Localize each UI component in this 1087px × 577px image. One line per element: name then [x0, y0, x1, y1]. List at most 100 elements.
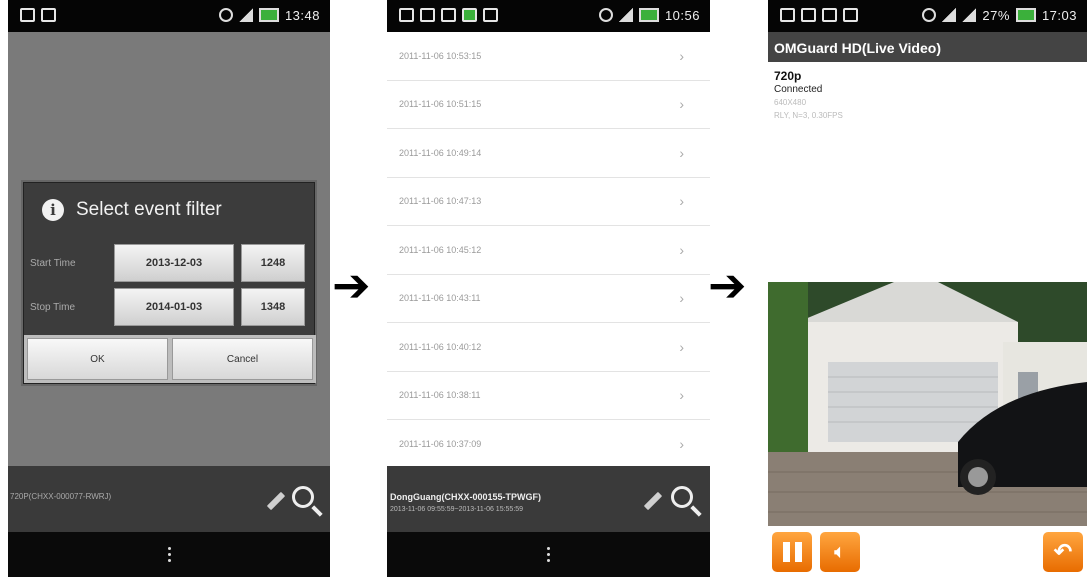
battery-icon — [638, 8, 659, 22]
cancel-button[interactable]: Cancel — [172, 338, 313, 380]
info-icon: i — [42, 199, 64, 221]
quality-label: 720p — [774, 69, 802, 83]
list-item[interactable]: 2011-11-06 10:37:09 › — [387, 420, 710, 469]
screenshot-composite: 13:48 i Select event filter Start Time 2… — [0, 0, 1087, 577]
list-item[interactable]: 2011-11-06 10:45:12 › — [387, 226, 710, 275]
status-clock: 13:48 — [284, 8, 320, 23]
back-arrow-icon: ↶ — [1053, 539, 1073, 564]
event-time: 2011-11-06 10:53:15 — [399, 50, 482, 61]
device-bar: DongGuang(CHXX-000155-TPWGF) 2013-11-06 … — [387, 466, 710, 532]
start-date-button[interactable]: 2013-12-03 — [114, 244, 234, 282]
event-time: 2011-11-06 10:45:12 — [399, 244, 482, 255]
stop-time-button[interactable]: 1348 — [241, 288, 305, 326]
stream-info: 720p Connected 640X480 RLY, N=3, 0.30FPS — [774, 70, 843, 122]
time-range: 2013-11-06 09:55:59~2013-11-06 15:55:59 — [390, 506, 524, 513]
ok-button[interactable]: OK — [27, 338, 168, 380]
status-bar: 10:56 — [387, 0, 710, 32]
notification-icon — [399, 8, 414, 22]
app-title: OMGuard HD(Live Video) — [768, 32, 1087, 62]
chevron-right-icon: › — [679, 47, 684, 64]
camera-image — [768, 282, 1087, 526]
list-item[interactable]: 2011-11-06 10:53:15 › — [387, 32, 710, 81]
battery-icon — [1015, 8, 1036, 22]
arrow-icon: ➔ — [332, 258, 371, 312]
wifi-icon — [942, 8, 957, 22]
chevron-right-icon: › — [679, 338, 684, 355]
stream-stats: RLY, N=3, 0.30FPS — [774, 111, 843, 120]
connection-status: Connected — [774, 84, 823, 95]
speaker-button[interactable]: 🔈︎ — [820, 532, 860, 572]
playback-controls: 🔈︎ ↶ — [768, 526, 1087, 577]
mail-icon — [441, 8, 456, 22]
menu-icon[interactable] — [167, 547, 171, 562]
status-bar: 13:48 — [8, 0, 330, 32]
list-item[interactable]: 2011-11-06 10:47:13 › — [387, 178, 710, 226]
event-time: 2011-11-06 10:49:14 — [399, 147, 482, 158]
settings-icon — [483, 8, 498, 22]
edit-icon[interactable] — [643, 491, 663, 511]
list-item[interactable]: 2011-11-06 10:40:12 › — [387, 323, 710, 372]
event-filter-dialog: i Select event filter Start Time 2013-12… — [23, 182, 316, 384]
signal-icon — [238, 8, 253, 22]
dialog-title: Select event filter — [76, 199, 222, 220]
nav-bar — [387, 532, 710, 577]
edit-icon[interactable] — [266, 491, 286, 511]
live-video-feed[interactable] — [768, 282, 1087, 526]
dialog-title-bar: i Select event filter — [24, 183, 314, 237]
arrow-icon: ➔ — [708, 258, 747, 312]
stop-time-label: Stop Time — [30, 301, 76, 313]
battery-percent: 27% — [982, 8, 1010, 23]
event-list: 2011-11-06 10:53:15 › 2011-11-06 10:51:15… — [387, 32, 710, 469]
stop-date-button[interactable]: 2014-01-03 — [114, 288, 234, 326]
list-item[interactable]: 2011-11-06 10:51:15 › — [387, 81, 710, 129]
phone-event-filter: 13:48 i Select event filter Start Time 2… — [8, 0, 330, 577]
back-button[interactable]: ↶ — [1043, 532, 1083, 572]
battery-icon — [258, 8, 279, 22]
settings-icon — [843, 8, 858, 22]
chevron-right-icon: › — [679, 241, 684, 258]
event-time: 2011-11-06 10:43:11 — [399, 293, 481, 304]
sync-icon — [420, 8, 435, 22]
signal-icon — [962, 8, 977, 22]
list-item[interactable]: 2011-11-06 10:43:11 › — [387, 275, 710, 323]
nav-bar — [8, 532, 330, 577]
chevron-right-icon: › — [679, 290, 684, 307]
chevron-right-icon: › — [679, 193, 684, 210]
device-label: 720P(CHXX-000077-RWRJ) — [10, 492, 112, 501]
alarm-icon — [218, 8, 233, 22]
device-name: DongGuang(CHXX-000155-TPWGF) — [390, 492, 542, 502]
phone-live-video: 27% 17:03 OMGuard HD(Live Video) 720p Co… — [768, 0, 1087, 577]
notification-icon — [20, 8, 35, 22]
stop-time-row: Stop Time 2014-01-03 1348 — [24, 287, 316, 327]
status-bar: 27% 17:03 — [768, 0, 1087, 32]
speaker-icon: 🔈︎ — [834, 540, 846, 563]
app-icon — [462, 8, 477, 22]
search-icon[interactable] — [671, 486, 693, 508]
event-time: 2011-11-06 10:37:09 — [399, 438, 482, 449]
resolution-label: 640X480 — [774, 98, 807, 107]
sync-icon — [41, 8, 56, 22]
event-time: 2011-11-06 10:47:13 — [399, 196, 482, 207]
message-icon — [801, 8, 816, 22]
alarm-icon — [922, 8, 937, 22]
start-time-button[interactable]: 1248 — [241, 244, 305, 282]
search-icon[interactable] — [292, 486, 314, 508]
list-item[interactable]: 2011-11-06 10:49:14 › — [387, 129, 710, 178]
device-bar: 720P(CHXX-000077-RWRJ) — [8, 466, 330, 532]
chevron-right-icon: › — [679, 96, 684, 113]
list-item[interactable]: 2011-11-06 10:38:11 › — [387, 372, 710, 420]
dialog-buttons: OK Cancel — [24, 335, 316, 383]
start-time-row: Start Time 2013-12-03 1248 — [24, 243, 316, 283]
pause-icon — [782, 542, 802, 562]
notification-icon — [780, 8, 795, 22]
pause-button[interactable] — [772, 532, 812, 572]
usb-icon — [822, 8, 837, 22]
phone-event-list: 10:56 2011-11-06 10:53:15 › 2011-11-06 10… — [387, 0, 710, 577]
signal-icon — [618, 8, 633, 22]
chevron-right-icon: › — [679, 435, 684, 452]
chevron-right-icon: › — [679, 144, 684, 161]
status-clock: 17:03 — [1041, 8, 1077, 23]
alarm-icon — [598, 8, 613, 22]
menu-icon[interactable] — [547, 547, 550, 562]
status-clock: 10:56 — [664, 8, 700, 23]
